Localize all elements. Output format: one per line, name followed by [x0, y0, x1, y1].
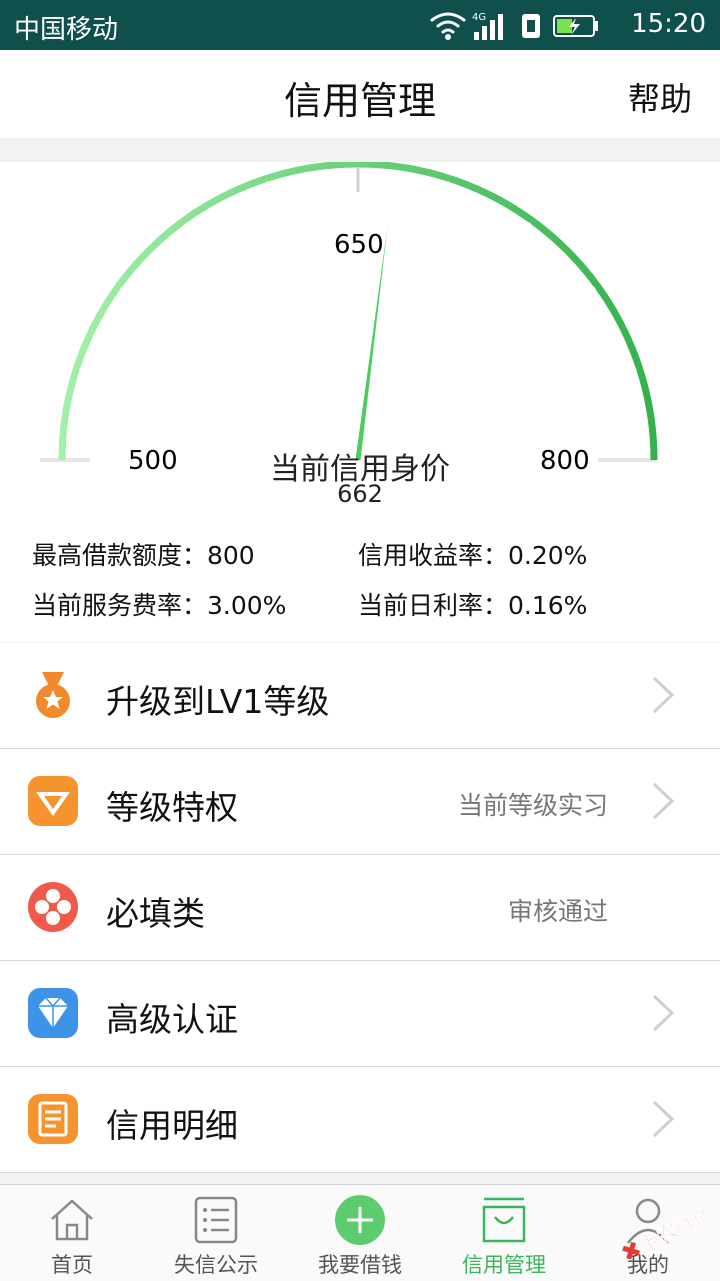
gauge-tick — [522, 222, 532, 233]
plus-icon — [335, 1195, 385, 1245]
nav-bar: 信用管理 帮助 — [0, 50, 720, 138]
list-icon — [194, 1196, 238, 1244]
gauge-tick — [79, 368, 91, 374]
menu-item-level-privileges[interactable]: 等级特权 当前等级实习 — [0, 749, 720, 855]
menu-item-label: 高级认证 — [106, 1000, 238, 1039]
tab-credit-management[interactable]: 信用管理 — [432, 1185, 576, 1281]
tab-label: 我要借钱 — [318, 1253, 402, 1277]
tab-dishonesty-list[interactable]: 失信公示 — [144, 1185, 288, 1281]
tab-home[interactable]: 首页 — [0, 1185, 144, 1281]
bag-icon — [482, 1197, 526, 1243]
tab-label: 信用管理 — [462, 1253, 546, 1277]
svg-text:卡农社区: 卡农社区 — [635, 1199, 717, 1258]
medal-icon — [36, 672, 70, 718]
tab-label: 失信公示 — [174, 1253, 258, 1277]
vip-icon — [28, 776, 78, 826]
battery-charging-icon — [553, 15, 598, 37]
document-icon — [28, 1094, 78, 1144]
gauge-tick — [120, 286, 131, 296]
help-button[interactable]: 帮助 — [628, 74, 692, 120]
menu-item-upgrade-level[interactable]: 升级到LV1等级 — [0, 643, 720, 749]
menu-item-label: 信用明细 — [106, 1106, 238, 1145]
menu-item-advanced-verification[interactable]: 高级认证 — [0, 961, 720, 1067]
gauge-tick — [444, 181, 450, 193]
chevron-right-icon — [652, 994, 675, 1032]
svg-text:4G: 4G — [472, 12, 486, 23]
home-icon — [51, 1199, 93, 1241]
credit-gauge — [40, 162, 658, 462]
menu-item-required[interactable]: 必填类 审核通过 — [0, 855, 720, 961]
watermark-logo: 卡农社区 — [622, 1198, 717, 1260]
gauge-ticks — [79, 167, 637, 374]
gauge-tick — [625, 368, 637, 374]
chevron-right-icon — [652, 782, 675, 820]
gauge-tick — [266, 181, 272, 193]
status-bar: 中国移动 4G 15:20 — [0, 0, 720, 50]
gauge-needle — [355, 225, 388, 461]
tab-label: 首页 — [51, 1253, 93, 1277]
menu-list: 升级到LV1等级 等级特权 当前等级实习 必填类 审核通过 高级认证 信用明细 — [0, 643, 720, 1173]
gauge-tick — [585, 286, 596, 296]
menu-item-label: 等级特权 — [106, 788, 238, 827]
tab-borrow[interactable]: 我要借钱 — [288, 1185, 432, 1281]
gauge-mid-label: 650 — [334, 230, 384, 260]
menu-item-status: 当前等级实习 — [457, 791, 608, 820]
menu-item-label: 必填类 — [106, 894, 205, 933]
chevron-right-icon — [652, 1100, 675, 1138]
service-fee-stat: 当前服务费率：3.00% — [32, 591, 287, 620]
menu-item-credit-details[interactable]: 信用明细 — [0, 1067, 720, 1173]
wifi-icon — [430, 12, 466, 40]
gauge-arc — [58, 162, 658, 461]
carrier-name: 中国移动 — [14, 15, 119, 45]
sim-icon — [522, 14, 540, 38]
chevron-right-icon — [652, 676, 675, 714]
status-icons: 4G — [430, 12, 598, 40]
menu-item-label: 升级到LV1等级 — [106, 682, 330, 721]
max-loan-stat: 最高借款额度：800 — [32, 541, 255, 570]
credit-yield-stat: 信用收益率：0.20% — [358, 541, 588, 570]
clover-icon — [28, 882, 78, 932]
diamond-icon — [28, 988, 78, 1038]
page-title: 信用管理 — [283, 79, 436, 123]
signal-icon: 4G — [472, 12, 503, 40]
daily-rate-stat: 当前日利率：0.16% — [358, 591, 588, 620]
credit-gauge-card: 500 650 800 当前信用身价 662 最高借款额度：800 信用收益率：… — [0, 162, 720, 642]
menu-item-status: 审核通过 — [507, 897, 608, 926]
current-credit-value: 662 — [337, 480, 383, 508]
clock: 15:20 — [631, 9, 706, 39]
gauge-tick — [184, 222, 194, 233]
